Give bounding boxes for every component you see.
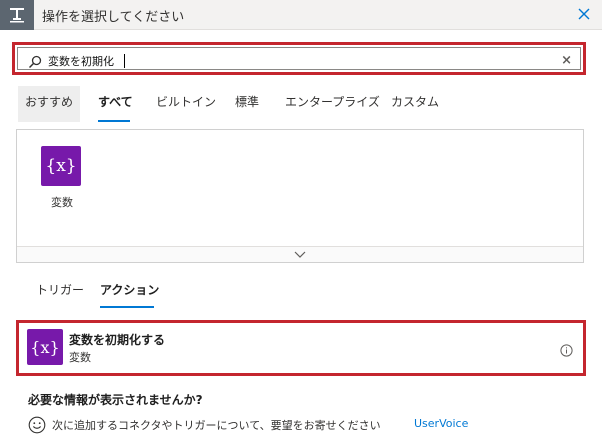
uservoice-link[interactable]: UserVoice: [414, 417, 468, 430]
dialog-header: 操作を選択してください: [0, 0, 602, 30]
text-caret: [124, 54, 125, 68]
expand-panel-toggle[interactable]: [17, 246, 583, 262]
action-connector-name: 変数: [69, 351, 91, 364]
tab-actions[interactable]: アクション: [100, 272, 159, 308]
tab-enterprise[interactable]: エンタープライズ: [285, 86, 380, 122]
smiley-icon: [28, 416, 46, 434]
action-initialize-variable[interactable]: {x} 変数を初期化する 変数: [16, 320, 586, 376]
trigger-step-icon: [0, 0, 34, 30]
tab-builtin[interactable]: ビルトイン: [156, 86, 216, 122]
connector-results-panel: {x} 変数: [16, 129, 584, 263]
variable-icon: {x}: [41, 146, 81, 186]
connector-label: 変数: [51, 196, 73, 209]
help-heading: 必要な情報が表示されませんか?: [28, 393, 203, 407]
search-icon: [28, 54, 42, 69]
connector-tile-variables[interactable]: {x} 変数: [41, 146, 83, 210]
variable-icon: {x}: [27, 329, 63, 365]
close-icon[interactable]: [576, 6, 592, 22]
tab-triggers[interactable]: トリガー: [36, 272, 96, 308]
feedback-text: 次に追加するコネクタやトリガーについて、要望をお寄せください: [52, 419, 381, 432]
dialog-title: 操作を選択してください: [42, 10, 185, 25]
chevron-down-icon: [294, 251, 306, 258]
clear-search-button[interactable]: ×: [561, 53, 572, 69]
tab-recommended[interactable]: おすすめ: [18, 86, 80, 122]
info-icon[interactable]: [560, 342, 573, 357]
tab-custom[interactable]: カスタム: [391, 86, 439, 122]
search-box[interactable]: ×: [17, 47, 581, 70]
search-box-highlight: ×: [12, 42, 586, 75]
action-title: 変数を初期化する: [69, 333, 166, 347]
search-input[interactable]: [48, 52, 548, 70]
tab-standard[interactable]: 標準: [233, 86, 261, 122]
tab-all[interactable]: すべて: [98, 86, 133, 122]
